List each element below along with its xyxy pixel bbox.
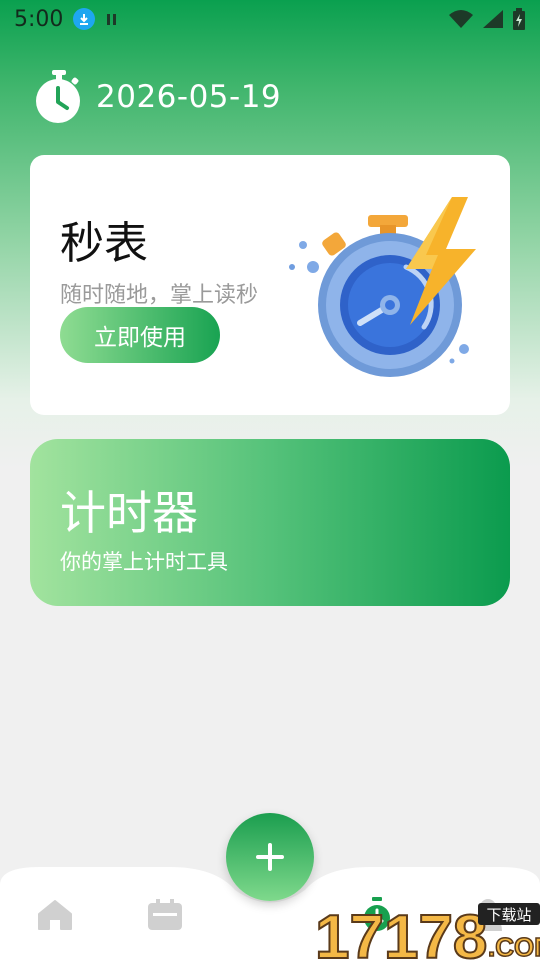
home-icon[interactable] [37, 899, 73, 931]
download-icon [73, 8, 96, 30]
stopwatch-icon [36, 70, 80, 123]
timer-subtitle: 你的掌上计时工具 [60, 550, 228, 574]
date-text: 2026-05-19 [96, 79, 282, 115]
signal-icon [483, 10, 503, 28]
pause-icon [107, 13, 117, 25]
watermark-domain: .COM [488, 932, 540, 960]
stopwatch-subtitle: 随时随地，掌上读秒 [60, 283, 259, 308]
wifi-icon [449, 10, 473, 28]
watermark-brand: 17178 [315, 903, 487, 960]
calendar-icon[interactable] [147, 899, 183, 931]
timer-card[interactable]: 计时器 你的掌上计时工具 [30, 439, 510, 606]
stopwatch-card[interactable]: 秒表 随时随地，掌上读秒 立即使用 [30, 155, 510, 415]
battery-icon [513, 8, 525, 30]
add-icon [256, 843, 284, 871]
add-button[interactable] [226, 813, 314, 901]
status-time: 5:00 [14, 6, 64, 32]
stopwatch-title: 秒表 [60, 218, 148, 269]
timer-title: 计时器 [60, 486, 198, 540]
status-bar: 5:00 [0, 0, 540, 38]
use-now-button[interactable]: 立即使用 [60, 307, 220, 363]
date-header: 2026-05-19 [34, 70, 281, 124]
stopwatch-lightning-illustration [289, 197, 476, 377]
watermark-logo: 17178 下载站 .COM [315, 902, 540, 960]
watermark-tag: 下载站 [486, 906, 531, 924]
